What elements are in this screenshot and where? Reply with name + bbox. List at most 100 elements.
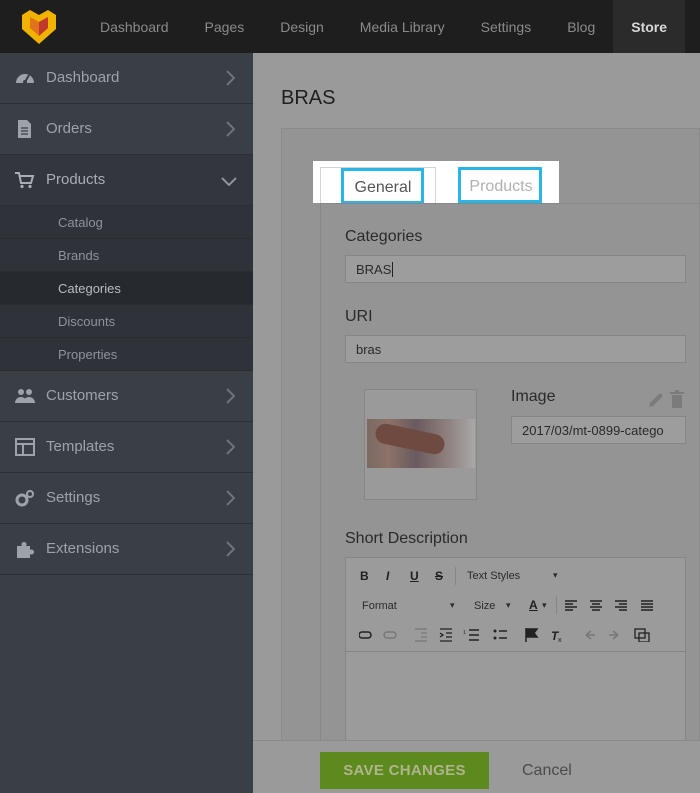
page-title: BRAS [281, 87, 336, 109]
text-cursor [392, 262, 394, 277]
sidebar-label: Dashboard [46, 69, 120, 86]
image-label: Image [511, 388, 556, 405]
svg-text:x: x [558, 637, 562, 642]
short-description-label: Short Description [345, 530, 468, 547]
italic-button[interactable]: I [386, 569, 389, 583]
sidebar-subitem-catalog[interactable]: Catalog [0, 206, 253, 239]
toolbar-separator [556, 596, 557, 614]
format-dropdown[interactable]: Format [362, 600, 397, 612]
chevron-right-icon [226, 388, 235, 404]
sidebar-item-extensions[interactable]: Extensions [0, 524, 253, 575]
dropdown-arrow-icon: ▾ [542, 600, 547, 610]
cancel-button[interactable]: Cancel [522, 762, 572, 780]
underline-button[interactable]: U [410, 569, 419, 583]
dashboard-icon [16, 74, 34, 84]
bullet-list-icon[interactable] [493, 629, 508, 640]
alignment-buttons [565, 600, 653, 611]
editor-toolbar: B I U S Text Styles ▾ Format ▾ Size ▾ A … [346, 558, 685, 652]
logo-icon[interactable] [20, 9, 58, 45]
chevron-right-icon [226, 121, 235, 137]
sidebar-label: Orders [46, 120, 92, 137]
image-figure [373, 421, 447, 457]
main-content: BRAS General Products Categories BRAS UR… [253, 53, 700, 793]
tab-label: Products [469, 178, 533, 195]
form-footer: SAVE CHANGES Cancel [253, 740, 700, 793]
chevron-right-icon [226, 439, 235, 455]
numbered-list-icon[interactable]: 1 [463, 629, 479, 641]
general-form: Categories BRAS URI bras Image 2017/03/m… [320, 203, 700, 793]
outdent-icon[interactable] [415, 628, 427, 642]
sidebar: Dashboard Orders Products Catalog Brands… [0, 53, 253, 793]
bold-button[interactable]: B [360, 569, 369, 583]
size-dropdown[interactable]: Size [474, 600, 495, 612]
topnav-media-library[interactable]: Media Library [342, 0, 463, 53]
image-thumbnail[interactable] [364, 389, 477, 500]
image-path-field[interactable]: 2017/03/mt-0899-catego [511, 416, 686, 444]
categories-label: Categories [345, 228, 423, 245]
sidebar-item-orders[interactable]: Orders [0, 104, 253, 155]
flag-icon[interactable] [525, 628, 539, 642]
topnav-store[interactable]: Store [613, 0, 686, 53]
cart-icon [15, 172, 35, 189]
sidebar-label: Products [46, 171, 106, 188]
redo-icon[interactable] [609, 630, 619, 640]
font-color-button[interactable]: A [529, 598, 538, 612]
svg-text:1: 1 [463, 630, 466, 636]
align-justify-icon[interactable] [641, 600, 653, 611]
dropdown-arrow-icon: ▾ [506, 600, 511, 610]
puzzle-icon [17, 542, 34, 558]
categories-value: BRAS [356, 262, 392, 277]
strikethrough-button[interactable]: S [435, 569, 443, 583]
undo-icon[interactable] [585, 630, 595, 640]
tab-label: General [354, 179, 412, 196]
topnav-design[interactable]: Design [262, 0, 342, 53]
products-submenu: Catalog Brands Categories Discounts Prop… [0, 206, 253, 371]
toolbar-row-3: 1 Tx [359, 628, 650, 642]
source-icon[interactable] [634, 628, 650, 642]
sidebar-item-settings[interactable]: Settings [0, 473, 253, 524]
sidebar-subitem-categories[interactable]: Categories [0, 272, 253, 305]
tab-products[interactable]: Products [458, 167, 544, 203]
top-nav: Dashboard Pages Design Media Library Set… [82, 0, 686, 53]
template-icon [15, 438, 35, 456]
uri-field[interactable]: bras [345, 335, 686, 363]
toolbar-separator [455, 567, 456, 585]
align-right-icon[interactable] [615, 600, 627, 611]
topnav-blog[interactable]: Blog [549, 0, 613, 53]
chevron-right-icon [226, 541, 235, 557]
chevron-right-icon [226, 490, 235, 506]
sidebar-label: Extensions [46, 540, 120, 557]
trash-icon[interactable] [670, 390, 684, 408]
dropdown-arrow-icon: ▾ [450, 600, 455, 610]
sidebar-subitem-properties[interactable]: Properties [0, 338, 253, 371]
sidebar-subitem-discounts[interactable]: Discounts [0, 305, 253, 338]
text-styles-dropdown[interactable]: Text Styles [467, 570, 520, 582]
sidebar-item-customers[interactable]: Customers [0, 371, 253, 422]
indent-icon[interactable] [439, 628, 452, 642]
save-changes-button[interactable]: SAVE CHANGES [320, 752, 489, 789]
align-left-icon[interactable] [565, 600, 577, 611]
tab-general[interactable]: General [320, 167, 436, 204]
sidebar-item-products[interactable]: Products [0, 155, 253, 206]
category-image [367, 419, 475, 468]
sidebar-label: Templates [46, 438, 115, 455]
link-icon[interactable] [359, 631, 372, 639]
topnav-dashboard[interactable]: Dashboard [82, 0, 187, 53]
sidebar-item-templates[interactable]: Templates [0, 422, 253, 473]
sidebar-subitem-brands[interactable]: Brands [0, 239, 253, 272]
gears-icon [15, 490, 34, 507]
align-center-icon[interactable] [590, 600, 602, 611]
sidebar-item-dashboard[interactable]: Dashboard [0, 53, 253, 104]
uri-label: URI [345, 308, 373, 325]
tabs: General Products [313, 161, 559, 204]
clear-format-icon[interactable]: Tx [551, 629, 562, 642]
topnav-pages[interactable]: Pages [187, 0, 263, 53]
sidebar-label: Customers [46, 387, 119, 404]
edit-pencil-icon[interactable] [649, 393, 663, 407]
unlink-icon[interactable] [383, 631, 397, 639]
categories-field[interactable]: BRAS [345, 255, 686, 283]
topnav-settings[interactable]: Settings [463, 0, 550, 53]
dropdown-arrow-icon: ▾ [553, 570, 558, 580]
sidebar-label: Settings [46, 489, 101, 506]
top-navigation-bar: Dashboard Pages Design Media Library Set… [0, 0, 700, 53]
